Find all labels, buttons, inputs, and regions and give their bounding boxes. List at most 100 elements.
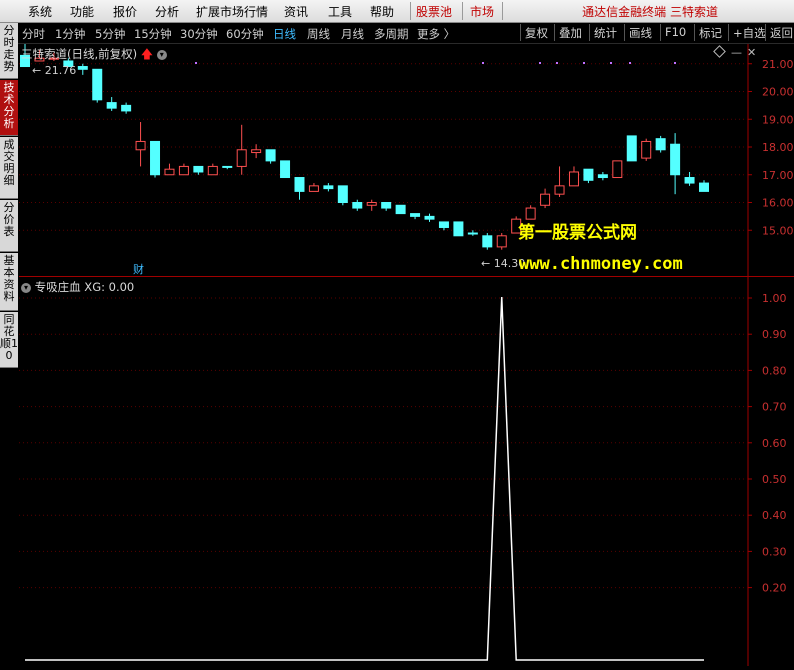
indicator-line[interactable]: [25, 296, 704, 661]
candle[interactable]: [395, 204, 406, 215]
watermark-url: www.chnmoney.com: [519, 254, 683, 274]
candle[interactable]: [597, 171, 608, 181]
period-multi[interactable]: 多周期: [374, 26, 409, 42]
price-tick-label: 20.00: [762, 86, 794, 99]
candle[interactable]: [366, 199, 377, 211]
event-dot: [629, 62, 631, 64]
menu-function[interactable]: 功能: [70, 3, 94, 20]
candle[interactable]: [655, 135, 666, 153]
period-15min[interactable]: 15分钟: [134, 26, 172, 42]
candle[interactable]: [135, 122, 146, 167]
f10-button[interactable]: F10: [660, 24, 690, 41]
candle[interactable]: [482, 233, 493, 250]
candle[interactable]: [236, 124, 247, 175]
candle[interactable]: [540, 188, 551, 209]
menu-quote[interactable]: 报价: [113, 3, 137, 20]
mark-button[interactable]: 标记: [694, 24, 726, 41]
event-dot: [674, 62, 676, 64]
candlestick-chart[interactable]: 21.0020.0019.0018.0017.0016.0015.00← 21.…: [19, 41, 794, 276]
candle[interactable]: [207, 163, 218, 176]
candle[interactable]: [337, 185, 348, 206]
price-tick-label: 18.00: [762, 141, 794, 154]
candle[interactable]: [150, 140, 161, 178]
event-dot: [195, 62, 197, 64]
menu-market[interactable]: 市场: [470, 3, 494, 20]
menu-stock-pool[interactable]: 股票池: [416, 3, 452, 20]
chevron-down-icon[interactable]: ▾: [21, 282, 31, 293]
period-more[interactable]: 更多 〉: [417, 26, 455, 42]
event-dot: [583, 62, 585, 64]
watermark-site-name: 第一股票公式网: [518, 223, 637, 243]
candle[interactable]: [308, 183, 319, 192]
candle[interactable]: [612, 160, 623, 179]
close-icon[interactable]: ✕: [747, 46, 756, 59]
candle[interactable]: [178, 163, 189, 176]
tab-fundamentals[interactable]: 基本资料: [0, 253, 18, 311]
candle[interactable]: [323, 183, 334, 192]
period-monthly[interactable]: 月线: [341, 26, 364, 42]
period-timeshare[interactable]: 分时: [22, 26, 45, 42]
period-daily[interactable]: 日线: [273, 26, 296, 42]
tab-price-table[interactable]: 分价表: [0, 200, 18, 252]
period-weekly[interactable]: 周线: [307, 26, 330, 42]
period-30min[interactable]: 30分钟: [180, 26, 218, 42]
arrow-up-icon: 🡅: [140, 47, 154, 61]
stats-button[interactable]: 统计: [589, 24, 621, 41]
menu-analysis[interactable]: 分析: [155, 3, 179, 20]
candle[interactable]: [583, 168, 594, 184]
draw-line-button[interactable]: 画线: [624, 24, 656, 41]
menu-news[interactable]: 资讯: [284, 3, 308, 20]
tab-tonghuashun[interactable]: 同花顺10: [0, 312, 18, 368]
tab-trade-details[interactable]: 成交明细: [0, 137, 18, 199]
candle[interactable]: [626, 135, 637, 162]
tab-timeshare[interactable]: 分时走势: [0, 23, 18, 79]
candle[interactable]: [92, 68, 103, 103]
candle[interactable]: [467, 230, 478, 236]
event-dot: [539, 62, 541, 64]
candle[interactable]: [438, 221, 449, 231]
candle[interactable]: [554, 166, 565, 197]
candle[interactable]: [453, 221, 464, 237]
tab-technical-analysis[interactable]: 技术分析: [0, 80, 18, 136]
adjust-button[interactable]: 复权: [520, 24, 552, 41]
candle[interactable]: [265, 149, 276, 164]
candle[interactable]: [352, 199, 363, 211]
candle[interactable]: [496, 233, 507, 250]
candle[interactable]: [164, 163, 175, 176]
candle[interactable]: [670, 133, 681, 195]
period-1min[interactable]: 1分钟: [55, 26, 85, 42]
menu-system[interactable]: 系统: [28, 3, 52, 20]
candle[interactable]: [106, 97, 117, 111]
price-tick-label: 19.00: [762, 113, 794, 126]
candle[interactable]: [684, 171, 695, 186]
candle[interactable]: [251, 144, 262, 159]
candle[interactable]: [699, 180, 709, 192]
period-5min[interactable]: 5分钟: [95, 26, 125, 42]
chevron-down-icon[interactable]: ▾: [156, 49, 167, 60]
candle[interactable]: [641, 138, 652, 161]
indicator-pane[interactable]: 1.00 0.90 0.80 0.70 0.60 0.50 0.40 0.30 0.20 ▾ 专…: [19, 277, 794, 666]
finance-marker[interactable]: 财: [133, 262, 144, 276]
candle[interactable]: [424, 213, 435, 222]
overlay-button[interactable]: 叠加: [554, 24, 586, 41]
candle[interactable]: [280, 160, 291, 179]
period-60min[interactable]: 60分钟: [226, 26, 264, 42]
minus-icon[interactable]: —: [731, 46, 742, 59]
main-chart-pane[interactable]: 21.00 20.00 19.00 18.00 17.00 16.00 15.00 ← 21.…: [19, 41, 794, 276]
candle[interactable]: [568, 166, 579, 187]
menu-tools[interactable]: 工具: [328, 3, 352, 20]
candle[interactable]: [381, 202, 392, 211]
menu-extended-market[interactable]: 扩展市场行情: [196, 3, 268, 20]
price-tick-label: 15.00: [762, 224, 794, 237]
candle[interactable]: [294, 177, 305, 200]
indicator-chart[interactable]: 1.00 0.90 0.80 0.70 0.60 0.50 0.40 0.30 0.20: [19, 277, 794, 666]
indicator-title-row: ▾ 专吸庄血 XG: 0.00: [21, 279, 134, 295]
back-button[interactable]: 返回: [765, 24, 794, 41]
candle[interactable]: [121, 102, 132, 114]
menu-help[interactable]: 帮助: [370, 3, 394, 20]
candle[interactable]: [410, 213, 421, 220]
indicator-tick-label: 0.70: [762, 401, 787, 414]
candle[interactable]: [222, 165, 233, 170]
add-favorite-button[interactable]: +自选: [728, 24, 770, 41]
candle[interactable]: [193, 165, 204, 175]
